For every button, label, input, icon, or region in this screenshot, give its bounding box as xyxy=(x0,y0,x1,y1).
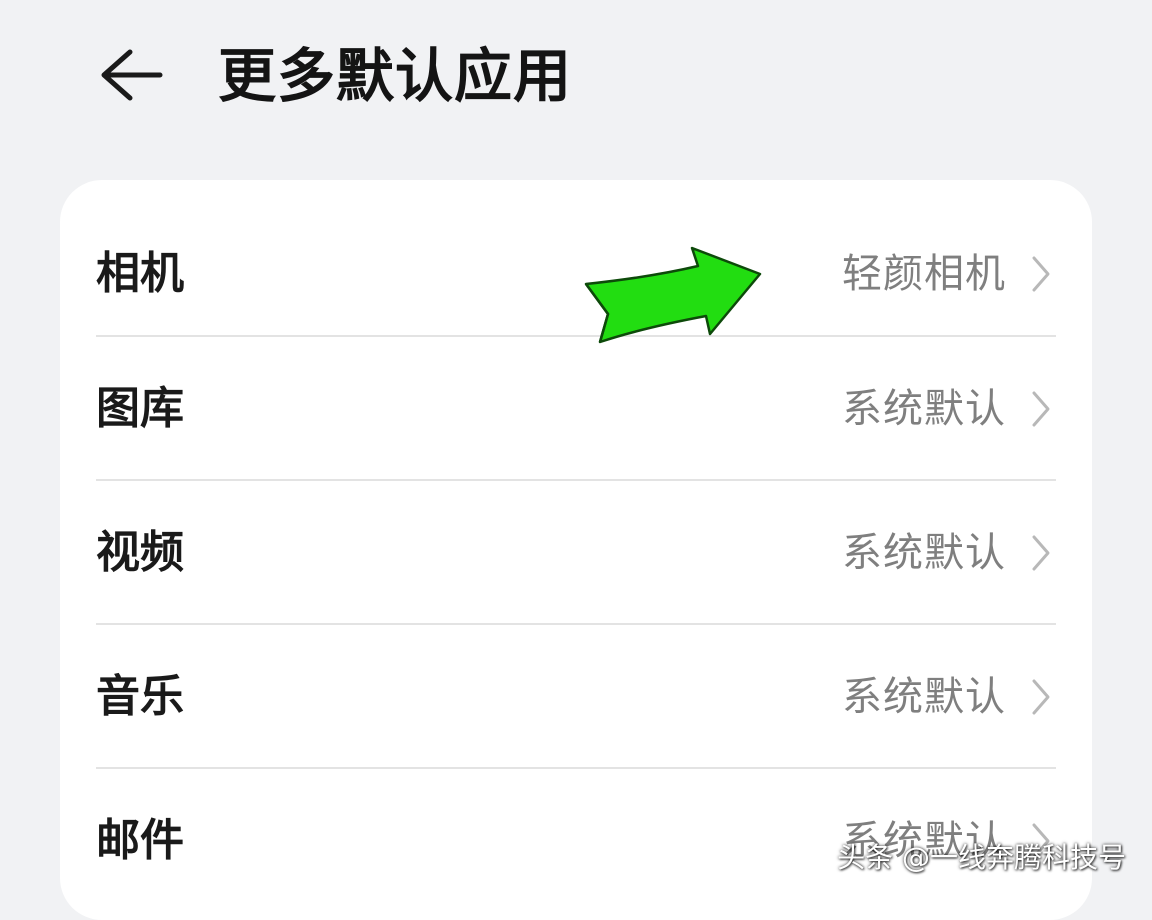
setting-value: 轻颜相机 xyxy=(842,251,1006,297)
setting-label: 音乐 xyxy=(96,671,184,722)
chevron-right-icon xyxy=(1030,533,1052,573)
green-arrow-icon xyxy=(584,246,762,344)
setting-row-video[interactable]: 视频 系统默认 xyxy=(96,481,1056,625)
setting-row-music[interactable]: 音乐 系统默认 xyxy=(96,625,1056,769)
arrow-left-icon xyxy=(101,49,163,101)
chevron-right-icon xyxy=(1030,254,1052,294)
setting-label: 相机 xyxy=(96,248,184,299)
setting-label: 图库 xyxy=(96,383,184,434)
setting-row-camera[interactable]: 相机 轻颜相机 xyxy=(96,202,1056,346)
header: 更多默认应用 xyxy=(0,0,1152,150)
page-title: 更多默认应用 xyxy=(218,42,573,110)
chevron-right-icon xyxy=(1030,389,1052,429)
setting-label: 视频 xyxy=(96,527,184,578)
setting-value: 系统默认 xyxy=(842,674,1006,720)
setting-value: 系统默认 xyxy=(842,386,1006,432)
watermark: 头条 @一线奔腾科技号 xyxy=(837,841,1126,874)
setting-value: 系统默认 xyxy=(842,530,1006,576)
settings-card: 相机 轻颜相机 图库 系统默认 视频 系统默认 音乐 系统默认 邮件 系统默认 xyxy=(60,180,1092,920)
setting-row-gallery[interactable]: 图库 系统默认 xyxy=(96,337,1056,481)
setting-label: 邮件 xyxy=(96,815,184,866)
back-button[interactable] xyxy=(96,44,166,106)
chevron-right-icon xyxy=(1030,677,1052,717)
